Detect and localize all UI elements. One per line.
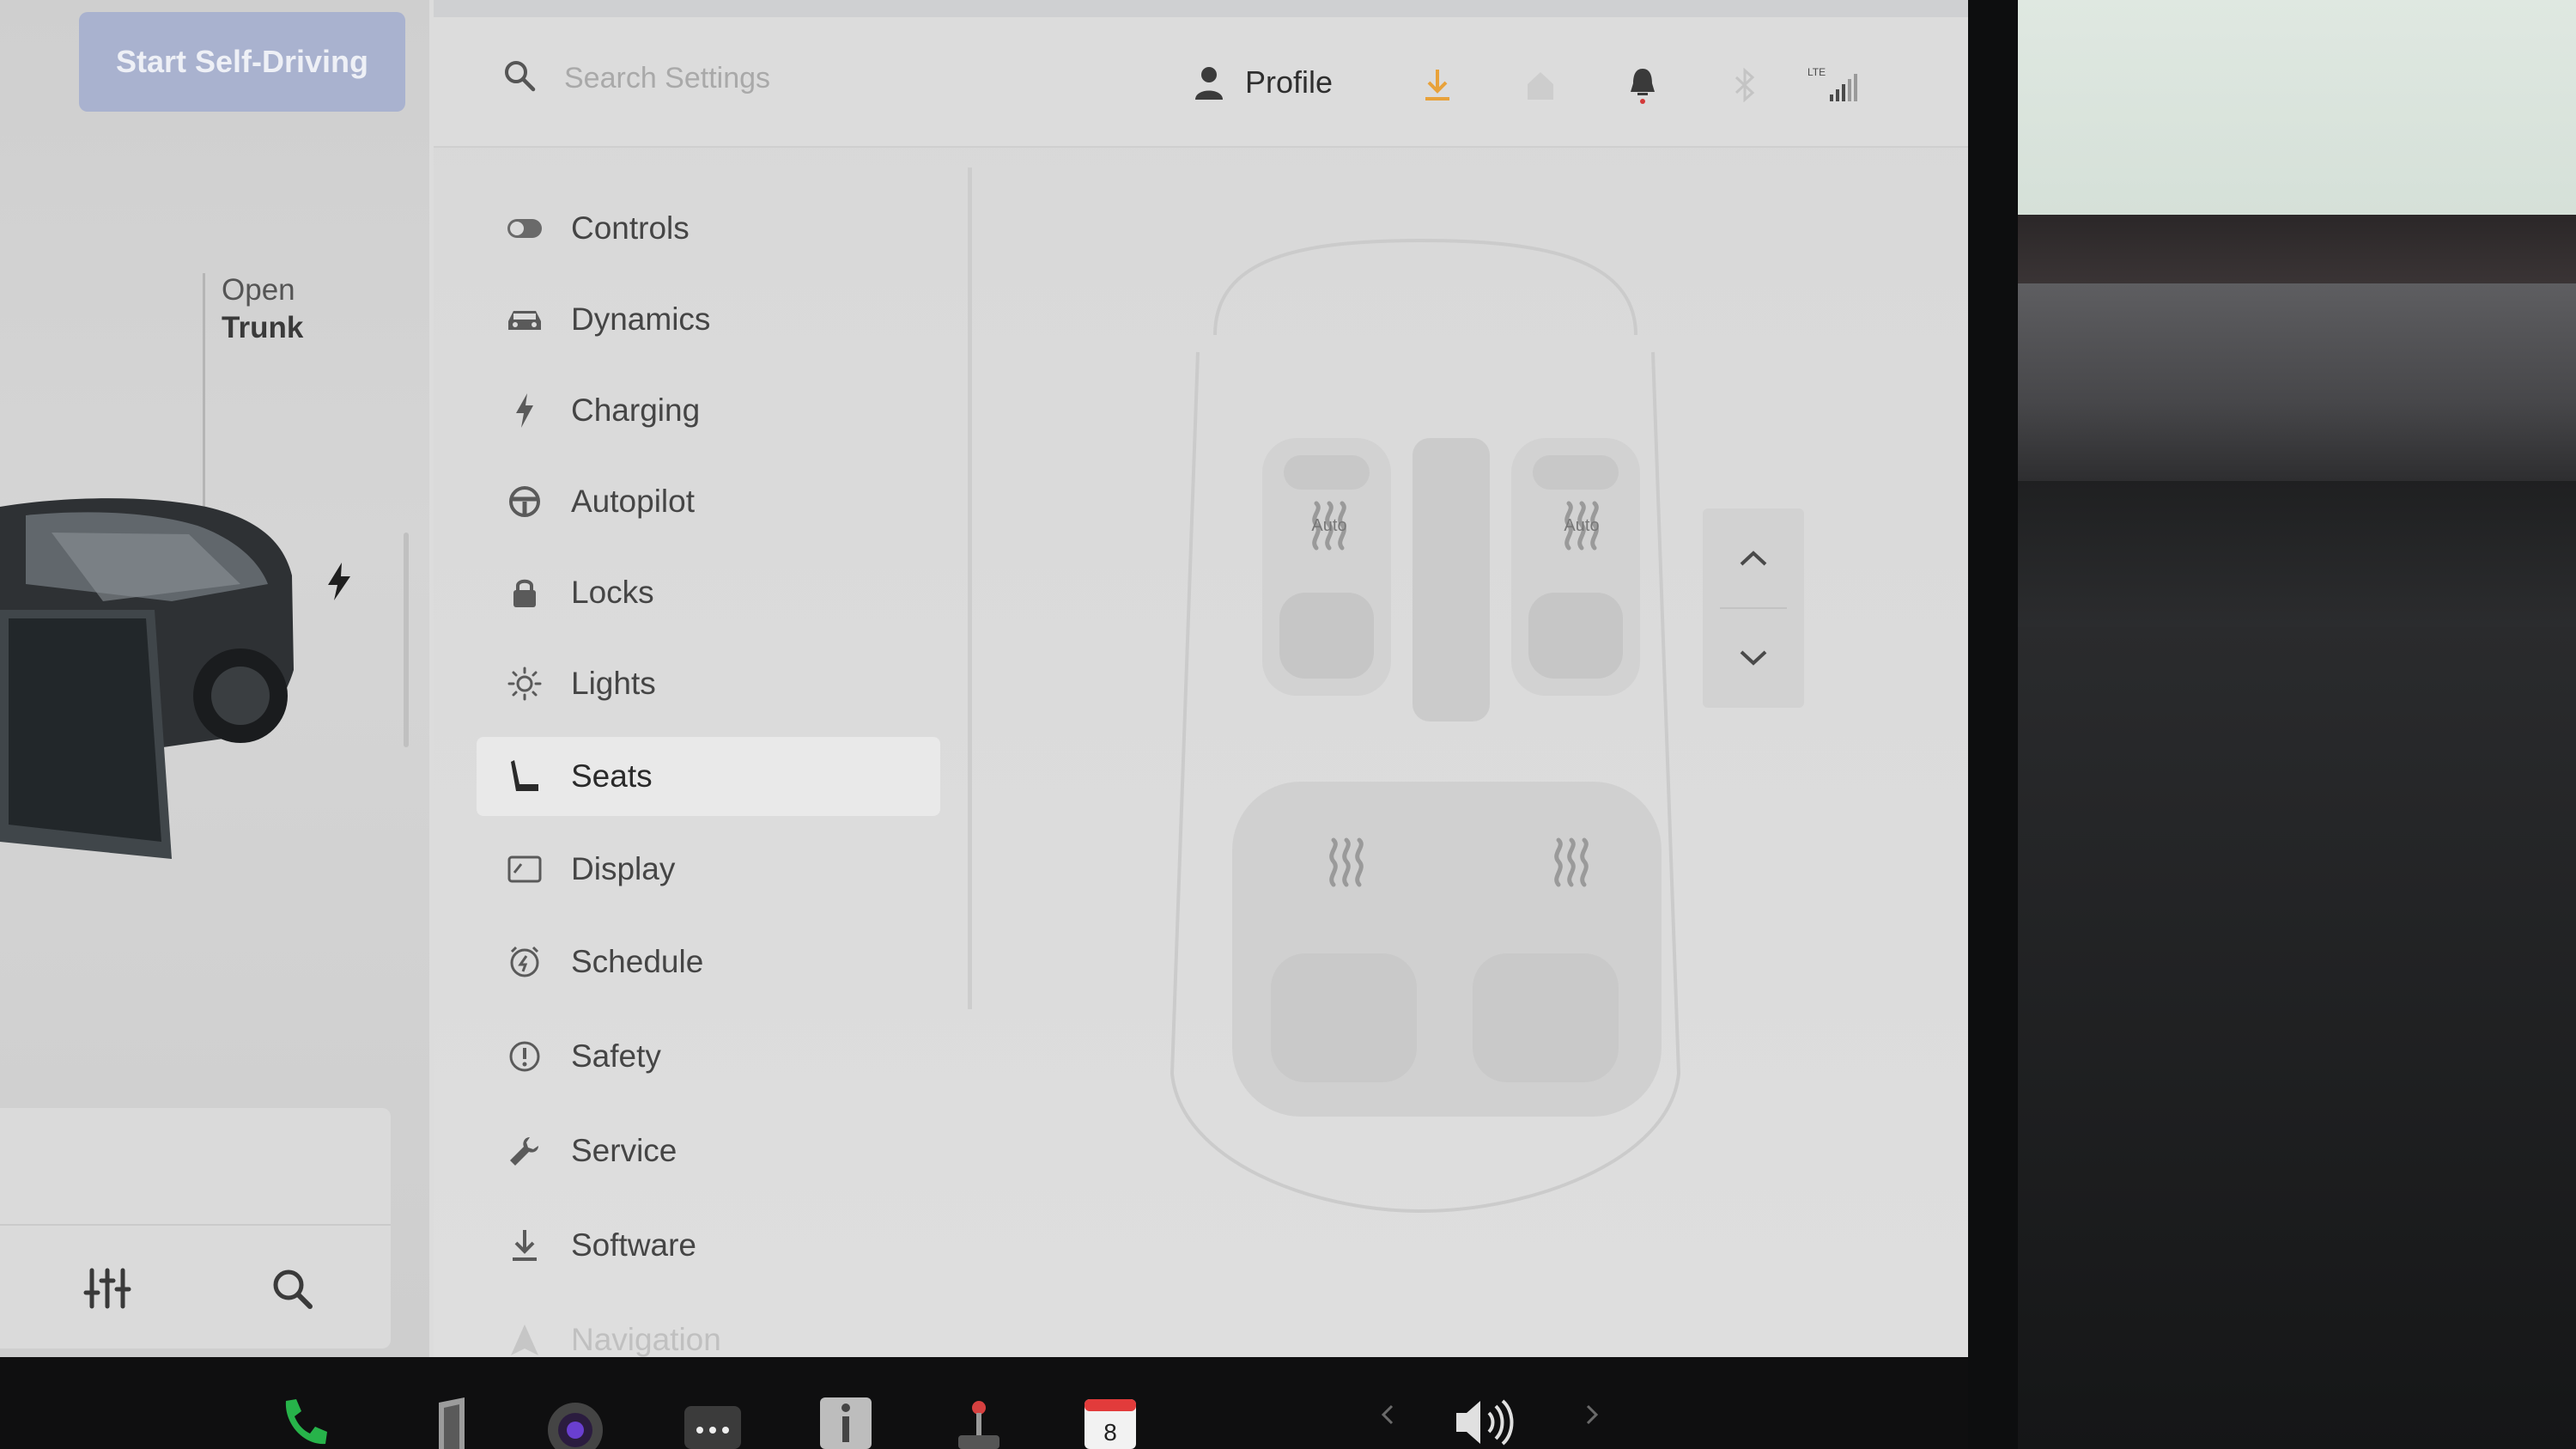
front-right-seat[interactable] (1511, 438, 1640, 696)
front-left-seat[interactable] (1262, 438, 1391, 696)
open-trunk-button[interactable]: Open Trunk (222, 271, 303, 347)
menu-item-label: Locks (571, 575, 654, 610)
calendar-day: 8 (1103, 1419, 1117, 1446)
more-icon[interactable] (678, 1396, 747, 1449)
bluetooth-icon[interactable] (1722, 62, 1768, 108)
menu-item-seats[interactable]: Seats (477, 737, 940, 816)
menu-item-label: Display (571, 851, 676, 886)
bolt-icon (502, 388, 547, 433)
bell-icon[interactable] (1619, 62, 1666, 108)
menu-item-label: Controls (571, 210, 690, 246)
sun-icon (502, 661, 547, 706)
phone-icon[interactable] (275, 1396, 335, 1449)
lte-label: LTE (1807, 66, 1826, 78)
menu-item-service[interactable]: Service (477, 1111, 940, 1190)
toggle-icon (502, 206, 547, 251)
info-icon[interactable] (816, 1396, 876, 1449)
center-console (1413, 438, 1490, 721)
menu-item-dynamics[interactable]: Dynamics (477, 280, 940, 359)
touchscreen: Start Self-Driving Open Trunk Search Set… (0, 0, 1968, 1357)
seat-view-scroller (1703, 508, 1804, 708)
menu-item-label: Lights (571, 666, 656, 701)
alert-icon (502, 1034, 547, 1079)
settings-pane: Profile LTE (434, 0, 1968, 1357)
menu-item-label: Service (571, 1133, 677, 1168)
car-model-image (0, 498, 294, 859)
wrench-icon (502, 1129, 547, 1173)
car-status-pane: Start Self-Driving Open Trunk (0, 0, 429, 1357)
car-icon (502, 297, 547, 342)
quick-panel-divider (0, 1224, 391, 1226)
map-strip (434, 0, 1968, 17)
window-background (2001, 0, 2576, 219)
menu-divider (968, 167, 972, 1009)
menu-item-controls[interactable]: Controls (477, 189, 940, 268)
menu-item-label: Charging (571, 393, 701, 428)
display-icon (502, 847, 547, 892)
camera-icon[interactable] (541, 1396, 610, 1449)
trunk-pointer-line (203, 273, 205, 514)
menu-item-autopilot[interactable]: Autopilot (477, 462, 940, 541)
menu-item-label: Safety (571, 1038, 661, 1074)
prev-icon[interactable] (1370, 1396, 1404, 1449)
menu-item-label: Seats (571, 758, 653, 794)
trunk-action-label: Open (222, 273, 295, 307)
menu-item-label: Navigation (571, 1322, 721, 1357)
clock-icon (502, 940, 547, 984)
dash-trim (2001, 215, 2576, 283)
download-icon (502, 1223, 547, 1268)
menu-item-label: Software (571, 1227, 697, 1263)
menu-item-label: Autopilot (571, 484, 695, 519)
car-pane-handle[interactable] (404, 533, 409, 747)
rear-seat-bench[interactable] (1232, 782, 1662, 1117)
profile-button[interactable]: Profile (1194, 57, 1333, 108)
start-self-driving-button[interactable]: Start Self-Driving (79, 12, 405, 112)
menu-item-lights[interactable]: Lights (477, 644, 940, 723)
chevron-up-icon[interactable] (1703, 508, 1804, 608)
volume-icon[interactable] (1447, 1396, 1524, 1449)
seat-icon (502, 754, 547, 799)
dashboard-fabric (2001, 283, 2576, 481)
dashboard-lower (2001, 627, 2576, 1449)
menu-item-navigation[interactable]: Navigation (477, 1300, 940, 1357)
menu-item-charging[interactable]: Charging (477, 371, 940, 450)
menu-item-software[interactable]: Software (477, 1206, 940, 1285)
homelink-icon[interactable] (1517, 62, 1564, 108)
steering-wheel-icon (502, 479, 547, 524)
chevron-down-icon[interactable] (1703, 608, 1804, 708)
menu-item-schedule[interactable]: Schedule (477, 922, 940, 1002)
menu-item-label: Dynamics (571, 301, 711, 337)
navigation-icon (502, 1318, 547, 1357)
seat-heater-diagram: Auto Auto (1170, 238, 1681, 1214)
menu-item-locks[interactable]: Locks (477, 553, 940, 632)
front-left-auto-label: Auto (1311, 516, 1346, 535)
controls-sliders-icon[interactable] (73, 1254, 142, 1323)
dashboard-trim (2001, 481, 2576, 627)
toybox-icon[interactable] (949, 1396, 1009, 1449)
search-icon[interactable] (258, 1254, 326, 1323)
download-icon[interactable] (1414, 62, 1461, 108)
menu-item-safety[interactable]: Safety (477, 1017, 940, 1096)
quick-controls-panel (0, 1108, 391, 1349)
calendar-icon[interactable]: 8 (1080, 1396, 1140, 1449)
music-icon[interactable] (425, 1396, 477, 1449)
lte-signal-icon: LTE (1804, 62, 1864, 108)
profile-label: Profile (1245, 64, 1334, 100)
charging-bolt-icon (326, 563, 352, 610)
next-icon[interactable] (1576, 1396, 1610, 1449)
search-icon (502, 58, 545, 101)
search-settings-input[interactable] (562, 52, 1098, 105)
menu-item-display[interactable]: Display (477, 830, 940, 909)
front-right-auto-label: Auto (1564, 516, 1599, 535)
menu-item-label: Schedule (571, 944, 704, 979)
lock-icon (502, 570, 547, 615)
trunk-target-label: Trunk (222, 311, 304, 344)
person-icon (1195, 67, 1223, 100)
